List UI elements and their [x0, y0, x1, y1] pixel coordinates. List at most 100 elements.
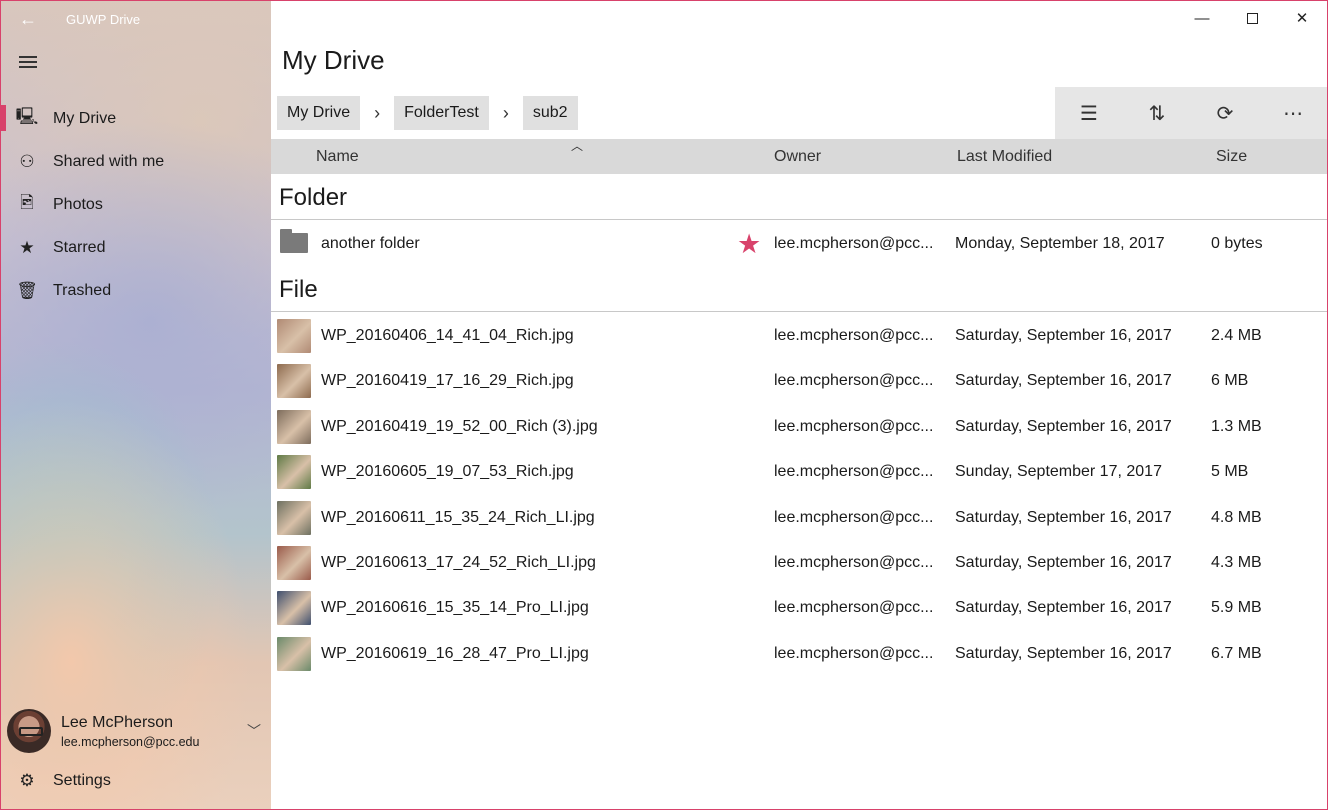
photos-icon: 🖻 — [20, 193, 34, 212]
profile-email: lee.mcpherson@pcc.edu — [61, 734, 200, 749]
sidebar-item-shared-with-me[interactable]: ⚇ Shared with me — [1, 140, 271, 183]
sidebar-item-label: Photos — [53, 195, 103, 213]
file-modified: Saturday, September 16, 2017 — [955, 644, 1172, 662]
group-header-folder: Folder — [271, 174, 1327, 220]
table-row[interactable]: another folder ★ lee.mcpherson@pcc... Mo… — [271, 221, 1327, 266]
table-row[interactable]: WP_20160613_17_24_52_Rich_LI.jpg lee.mcph… — [271, 540, 1327, 585]
file-modified: Saturday, September 16, 2017 — [955, 553, 1172, 571]
table-row[interactable]: WP_20160616_15_35_14_Pro_LI.jpg lee.mcphe… — [271, 585, 1327, 630]
close-button[interactable]: ✕ — [1277, 1, 1327, 35]
more-options-button[interactable]: ⋯ — [1263, 87, 1323, 139]
account-profile[interactable]: Lee McPherson lee.mcpherson@pcc.edu ﹀ — [1, 705, 271, 757]
chevron-right-icon: › — [502, 102, 509, 123]
checklist-icon: ☰ — [1080, 102, 1098, 125]
starred-icon[interactable]: ★ — [737, 229, 761, 260]
image-thumbnail — [277, 637, 311, 671]
sidebar-item-my-drive[interactable]: 🖳 My Drive — [1, 97, 271, 140]
image-thumbnail — [277, 591, 311, 625]
more-icon: ⋯ — [1283, 102, 1303, 125]
group-title: File — [279, 276, 318, 303]
image-thumbnail — [277, 546, 311, 580]
app-title: GUWP Drive — [66, 11, 141, 27]
file-modified: Saturday, September 16, 2017 — [955, 326, 1172, 344]
hamburger-menu-button[interactable] — [9, 45, 47, 79]
sidebar-item-settings[interactable]: ⚙ Settings — [1, 759, 271, 802]
select-mode-button[interactable]: ☰ — [1059, 87, 1119, 139]
file-name: WP_20160616_15_35_14_Pro_LI.jpg — [321, 598, 589, 616]
file-size: 4.8 MB — [1211, 508, 1262, 526]
file-modified: Saturday, September 16, 2017 — [955, 417, 1172, 435]
file-owner: lee.mcpherson@pcc... — [774, 371, 934, 389]
column-header-label: Size — [1216, 147, 1248, 165]
file-size: 6 MB — [1211, 371, 1249, 389]
file-owner: lee.mcpherson@pcc... — [774, 234, 934, 252]
breadcrumb: My Drive › FolderTest › sub2 — [277, 96, 578, 130]
sidebar-item-trashed[interactable]: 🗑 Trashed — [1, 269, 271, 312]
minimize-button[interactable]: — — [1177, 1, 1227, 35]
star-icon: ★ — [19, 237, 35, 257]
sort-icon: ⇅ — [1148, 102, 1166, 125]
file-name: another folder — [321, 234, 420, 252]
sidebar-item-label: My Drive — [53, 109, 117, 127]
command-bar: ☰ ⇅ ⟳ ⋯ — [1055, 87, 1327, 139]
file-size: 1.3 MB — [1211, 417, 1262, 435]
file-owner: lee.mcpherson@pcc... — [774, 644, 934, 662]
file-owner: lee.mcpherson@pcc... — [774, 417, 934, 435]
breadcrumb-item-foldertest[interactable]: FolderTest — [394, 96, 489, 130]
sort-button[interactable]: ⇅ — [1127, 87, 1187, 139]
gear-icon: ⚙ — [19, 770, 35, 790]
maximize-button[interactable] — [1227, 1, 1277, 35]
group-header-file: File — [271, 266, 1327, 312]
my-drive-icon: 🖳 — [15, 107, 39, 126]
file-modified: Saturday, September 16, 2017 — [955, 371, 1172, 389]
file-owner: lee.mcpherson@pcc... — [774, 553, 934, 571]
table-row[interactable]: WP_20160619_16_28_47_Pro_LI.jpg lee.mcphe… — [271, 631, 1327, 676]
group-title: Folder — [279, 184, 348, 211]
image-thumbnail — [277, 319, 311, 353]
column-header-size[interactable]: Size — [1216, 139, 1247, 174]
minimize-icon: — — [1194, 9, 1210, 27]
back-button[interactable]: ← — [1, 1, 55, 37]
file-name: WP_20160419_17_16_29_Rich.jpg — [321, 371, 574, 389]
file-size: 0 bytes — [1211, 234, 1263, 252]
sidebar-item-starred[interactable]: ★ Starred — [1, 226, 271, 269]
table-row[interactable]: WP_20160611_15_35_24_Rich_LI.jpg lee.mcph… — [271, 495, 1327, 540]
chevron-down-icon[interactable]: ﹀ — [247, 721, 261, 741]
file-name: WP_20160619_16_28_47_Pro_LI.jpg — [321, 644, 589, 662]
column-header-label: Owner — [774, 147, 822, 165]
file-size: 2.4 MB — [1211, 326, 1262, 344]
sidebar-item-label: Shared with me — [53, 152, 165, 170]
table-row[interactable]: WP_20160419_17_16_29_Rich.jpg lee.mcphers… — [271, 358, 1327, 403]
sort-ascending-icon: ︿ — [571, 139, 584, 153]
refresh-button[interactable]: ⟳ — [1195, 87, 1255, 139]
file-modified: Monday, September 18, 2017 — [955, 234, 1165, 252]
hamburger-icon — [19, 56, 37, 68]
table-row[interactable]: WP_20160419_19_52_00_Rich (3).jpg lee.mcp… — [271, 404, 1327, 449]
file-name: WP_20160406_14_41_04_Rich.jpg — [321, 326, 574, 344]
column-header-label: Last Modified — [957, 147, 1053, 165]
sidebar-item-label: Trashed — [53, 281, 112, 299]
sidebar: ← GUWP Drive 🖳 My Drive ⚇ Shared with me… — [1, 1, 271, 809]
table-row[interactable]: WP_20160605_19_07_53_Rich.jpg lee.mcphers… — [271, 449, 1327, 494]
trash-icon: 🗑 — [16, 280, 38, 300]
file-modified: Saturday, September 16, 2017 — [955, 508, 1172, 526]
avatar — [7, 709, 51, 753]
image-thumbnail — [277, 455, 311, 489]
file-modified: Sunday, September 17, 2017 — [955, 462, 1162, 480]
page-title: My Drive — [282, 45, 385, 75]
shared-icon: ⚇ — [19, 151, 35, 171]
file-owner: lee.mcpherson@pcc... — [774, 598, 934, 616]
file-modified: Saturday, September 16, 2017 — [955, 598, 1172, 616]
column-header-label: Name — [316, 147, 359, 165]
column-header-modified[interactable]: Last Modified — [957, 139, 1052, 174]
table-row[interactable]: WP_20160406_14_41_04_Rich.jpg lee.mcphers… — [271, 313, 1327, 358]
main-content: — ✕ My Drive My Drive › FolderTest › sub… — [271, 1, 1327, 809]
sidebar-item-photos[interactable]: 🖻 Photos — [1, 183, 271, 226]
file-name: WP_20160611_15_35_24_Rich_LI.jpg — [321, 508, 595, 526]
image-thumbnail — [277, 364, 311, 398]
column-header-name[interactable]: Name ︿ — [316, 139, 583, 174]
breadcrumb-item-my-drive[interactable]: My Drive — [277, 96, 361, 130]
breadcrumb-item-sub2[interactable]: sub2 — [522, 96, 578, 130]
sidebar-item-label: Settings — [53, 771, 111, 789]
column-header-owner[interactable]: Owner — [774, 139, 821, 174]
